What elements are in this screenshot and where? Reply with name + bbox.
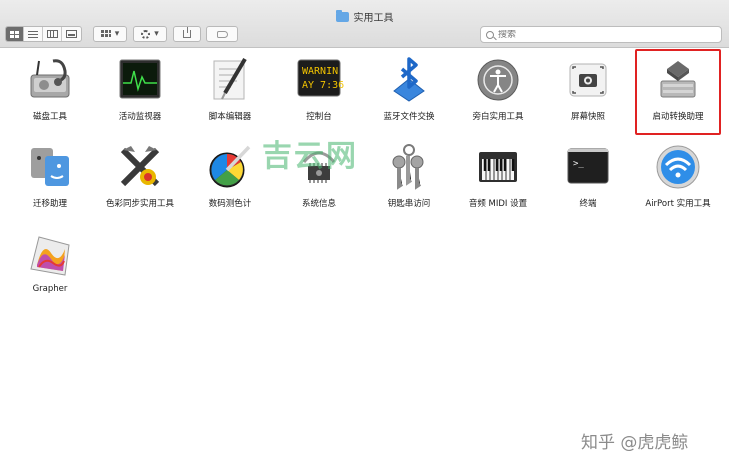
window-title: 实用工具: [0, 9, 729, 24]
bluetooth-icon: [384, 55, 434, 105]
script-editor-icon: [205, 55, 255, 105]
terminal-prompt: >_: [573, 159, 584, 169]
app-label: AirPort 实用工具: [645, 199, 711, 209]
app-label: 磁盘工具: [32, 112, 67, 122]
app-label: 系统信息: [301, 199, 336, 209]
list-view-icon: [28, 30, 38, 38]
app-label: 色彩同步实用工具: [105, 199, 174, 209]
app-item-disk-utility[interactable]: 磁盘工具: [7, 55, 93, 122]
app-label: 活动监视器: [118, 112, 162, 122]
window-title-text: 实用工具: [353, 13, 394, 24]
app-item-colorsync-utility[interactable]: 色彩同步实用工具: [97, 142, 183, 209]
tags-button-content: [207, 27, 237, 41]
colorsync-icon: [115, 142, 165, 192]
selection-highlight: [635, 49, 721, 135]
action-caret: ▾: [154, 29, 159, 39]
search-field[interactable]: [480, 26, 722, 43]
app-label: 终端: [579, 199, 597, 209]
arrange-menu-button[interactable]: ▾: [93, 26, 127, 42]
app-label: 数码测色计: [208, 199, 252, 209]
app-item-bluetooth-file-exchange[interactable]: 蓝牙文件交换: [366, 55, 452, 122]
console-screen-line2: AY 7:36: [302, 80, 344, 91]
app-item-terminal[interactable]: >_ 终端: [545, 142, 631, 209]
app-item-digital-color-meter[interactable]: 数码测色计: [187, 142, 273, 209]
action-menu-button[interactable]: ▾: [133, 26, 167, 42]
keychain-icon: [384, 142, 434, 192]
app-item-grapher[interactable]: Grapher: [7, 229, 93, 294]
app-label: 旁白实用工具: [472, 112, 524, 122]
share-button-content: [174, 27, 200, 41]
app-item-console[interactable]: WARNIN AY 7:36 控制台: [276, 55, 362, 122]
icon-view-button[interactable]: [6, 27, 24, 41]
airport-icon: [653, 142, 703, 192]
author-signature: 知乎 @虎虎鲸: [581, 433, 689, 453]
arrange-grid-icon: [100, 30, 111, 38]
disk-utility-icon: [25, 55, 75, 105]
search-input[interactable]: [498, 29, 708, 40]
app-label: 蓝牙文件交换: [383, 112, 435, 122]
app-label: 迁移助理: [32, 199, 67, 209]
app-item-screenshot[interactable]: 屏幕快照: [545, 55, 631, 122]
app-label: 音频 MIDI 设置: [468, 199, 528, 209]
finder-window: 实用工具 ▾ ▾ 搜索 磁盘工具 活动监视器 脚本编辑器 WARNIN AY 7…: [0, 0, 729, 470]
app-label: 屏幕快照: [570, 112, 605, 122]
arrange-caret: ▾: [114, 29, 120, 39]
column-view-button[interactable]: [43, 27, 62, 41]
toolbar: 实用工具 ▾ ▾: [0, 0, 729, 48]
action-button-content: ▾: [134, 27, 166, 41]
app-item-audio-midi-setup[interactable]: 音频 MIDI 设置: [455, 142, 541, 209]
app-label: 钥匙串访问: [387, 199, 431, 209]
migration-assistant-icon: [25, 142, 75, 192]
tags-button[interactable]: [206, 26, 238, 42]
voiceover-icon: [473, 55, 523, 105]
app-label: Grapher: [32, 284, 68, 294]
search-icon: [486, 30, 494, 39]
icon-view-icon: [10, 30, 19, 38]
app-item-migration-assistant[interactable]: 迁移助理: [7, 142, 93, 209]
app-label: 脚本编辑器: [208, 112, 252, 122]
app-item-script-editor[interactable]: 脚本编辑器: [187, 55, 273, 122]
cover-flow-button[interactable]: [62, 27, 81, 41]
share-icon: [183, 27, 191, 38]
audio-midi-icon: [473, 142, 523, 192]
tag-icon: [216, 30, 228, 38]
share-button[interactable]: [173, 26, 201, 42]
screenshot-icon: [563, 55, 613, 105]
view-mode-control: [5, 26, 82, 42]
cover-flow-icon: [66, 30, 77, 38]
app-item-activity-monitor[interactable]: 活动监视器: [97, 55, 183, 122]
app-item-airport-utility[interactable]: AirPort 实用工具: [635, 142, 721, 209]
console-screen-line1: WARNIN: [302, 66, 338, 77]
column-view-icon: [46, 30, 58, 38]
terminal-icon: >_: [563, 142, 613, 192]
app-item-voiceover-utility[interactable]: 旁白实用工具: [455, 55, 541, 122]
grapher-icon: [25, 229, 75, 279]
folder-icon: [335, 9, 349, 22]
app-item-keychain-access[interactable]: 钥匙串访问: [366, 142, 452, 209]
gear-icon: [141, 29, 151, 39]
arrange-button-content: ▾: [94, 27, 126, 41]
list-view-button[interactable]: [24, 27, 43, 41]
console-icon: WARNIN AY 7:36: [294, 55, 344, 105]
app-label: 控制台: [306, 112, 332, 122]
digital-color-meter-icon: [205, 142, 255, 192]
activity-monitor-icon: [115, 55, 165, 105]
watermark-text: 吉云网: [262, 139, 358, 174]
